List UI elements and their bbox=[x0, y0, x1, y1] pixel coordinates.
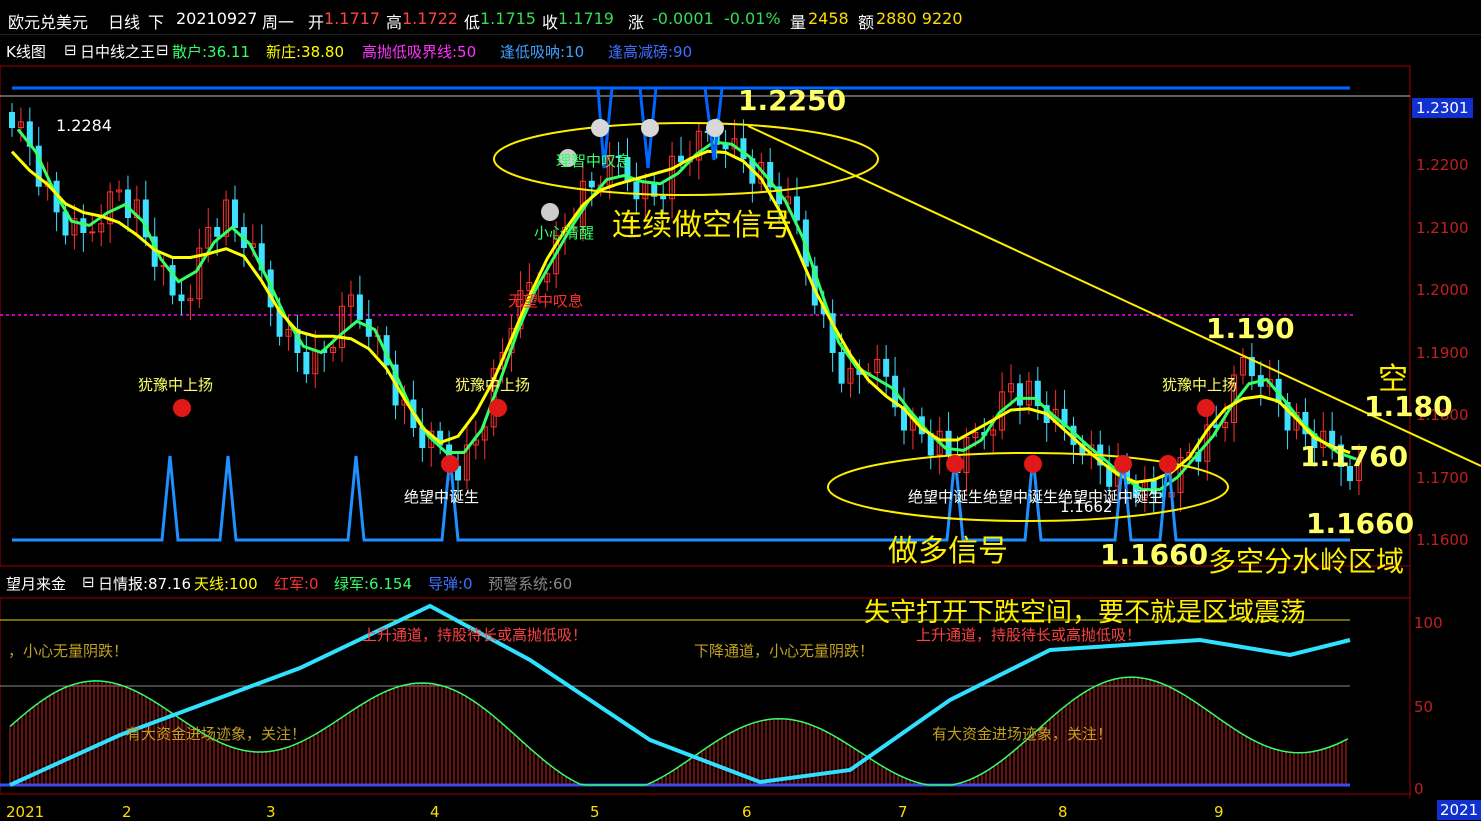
top-zone-label: 理智中叹息 bbox=[556, 152, 632, 170]
sub-message-5: 有大资金进场迹象，关注！ bbox=[126, 725, 307, 743]
buy-signal-marker bbox=[1024, 455, 1042, 473]
hesitate-label-1: 犹豫中上扬 bbox=[138, 376, 214, 394]
time-label-sep: 9 bbox=[1214, 803, 1224, 821]
candle-body bbox=[232, 199, 238, 228]
candle-body bbox=[883, 358, 890, 377]
sub-message-1: ，小心无量阴跌！ bbox=[8, 642, 129, 660]
annotation-11660-right: 1.1660 bbox=[1306, 507, 1415, 540]
candle-body bbox=[945, 430, 952, 457]
annotation-1180: 1.180 bbox=[1364, 390, 1453, 423]
buy-signal-marker bbox=[173, 399, 191, 417]
annotation-11760: 1.1760 bbox=[1300, 440, 1409, 473]
price-tick: 1.1900 bbox=[1416, 343, 1469, 362]
sell-signal-marker bbox=[706, 119, 724, 137]
candle-body bbox=[740, 138, 747, 160]
candle-body bbox=[588, 180, 595, 188]
candle-body bbox=[303, 352, 310, 375]
careful-label: 小心清醒 bbox=[534, 224, 595, 242]
price-tick: 1.2000 bbox=[1416, 281, 1469, 299]
candle-body bbox=[9, 112, 15, 128]
candle-body bbox=[214, 227, 221, 237]
candle-body bbox=[838, 352, 845, 384]
sell-signal-marker bbox=[641, 119, 659, 137]
sub-message-3: 下降通道，小心无量阴跌！ bbox=[694, 642, 875, 660]
sub-axis-100: 100 bbox=[1414, 614, 1443, 632]
sub-axis-50: 50 bbox=[1414, 698, 1434, 716]
annotation-conclusion: 失守打开下跌空间，要不就是区域震荡 bbox=[864, 598, 1307, 628]
candle-body bbox=[660, 195, 667, 200]
annotation-1190: 1.190 bbox=[1206, 312, 1295, 345]
time-label-feb: 2 bbox=[122, 803, 132, 821]
price-tick: 1.2200 bbox=[1416, 156, 1469, 174]
time-label-aug: 8 bbox=[1058, 803, 1068, 821]
despair-label-1: 绝望中诞生 bbox=[404, 488, 480, 506]
candle-body bbox=[356, 294, 363, 320]
sub-message-2: 上升通道，持股待长或高抛低吸！ bbox=[362, 626, 588, 644]
candle-body bbox=[633, 181, 640, 200]
kline-chart[interactable] bbox=[0, 0, 1481, 821]
green-trend-line bbox=[16, 128, 1357, 492]
despair-label-group: 绝望中诞生绝望中诞生绝望中诞中诞生 bbox=[908, 488, 1164, 506]
candle-body bbox=[178, 294, 185, 302]
main-panel-frame bbox=[0, 65, 1411, 567]
hesitate-label-2: 犹豫中上扬 bbox=[455, 376, 531, 394]
time-label-2021: 2021 bbox=[6, 803, 45, 821]
time-label-may: 5 bbox=[590, 803, 600, 821]
hesitate-label-3: 犹豫中上扬 bbox=[1162, 376, 1238, 394]
buy-signal-marker bbox=[441, 455, 459, 473]
neutral-signal-marker bbox=[541, 203, 559, 221]
price-tick: 1.2100 bbox=[1416, 218, 1469, 237]
buy-signal-marker bbox=[1159, 455, 1177, 473]
time-label-apr: 4 bbox=[430, 803, 440, 821]
candle-body bbox=[1016, 383, 1023, 406]
buy-signal-marker bbox=[946, 455, 964, 473]
current-price-tag: 1.2301 bbox=[1412, 98, 1473, 118]
time-label-jul: 7 bbox=[898, 803, 908, 821]
candle-body bbox=[678, 155, 684, 163]
candle-body bbox=[89, 231, 96, 234]
annotation-zone-label: 多空分水岭区域 bbox=[1208, 545, 1405, 578]
buy-signal-marker bbox=[1197, 399, 1215, 417]
sub-chart-group bbox=[0, 603, 1351, 787]
sub-axis-0: 0 bbox=[1414, 780, 1424, 798]
annotation-short-signal: 连续做空信号 bbox=[612, 208, 792, 243]
corner-year-tag: 2021 bbox=[1437, 800, 1481, 820]
annotation-11660-zone: 1.1660 bbox=[1100, 538, 1209, 571]
price-tick: 1.1700 bbox=[1416, 468, 1469, 487]
annotation-long-signal: 做多信号 bbox=[888, 534, 1008, 569]
time-label-mar: 3 bbox=[266, 803, 276, 821]
sub-message-6: 有大资金进场迹象，关注！ bbox=[932, 725, 1113, 743]
annotation-top-price: 1.2250 bbox=[738, 84, 847, 117]
sub-cyan-trend bbox=[9, 603, 1351, 787]
time-label-jun: 6 bbox=[742, 803, 752, 821]
price-tick: 1.1600 bbox=[1416, 531, 1469, 549]
buy-signal-marker bbox=[1114, 455, 1132, 473]
start-price-label: 1.2284 bbox=[56, 116, 112, 135]
candle-body bbox=[793, 196, 800, 221]
buy-signal-marker bbox=[489, 399, 507, 417]
sell-signal-marker bbox=[591, 119, 609, 137]
hope-label: 无望中叹息 bbox=[508, 292, 584, 310]
